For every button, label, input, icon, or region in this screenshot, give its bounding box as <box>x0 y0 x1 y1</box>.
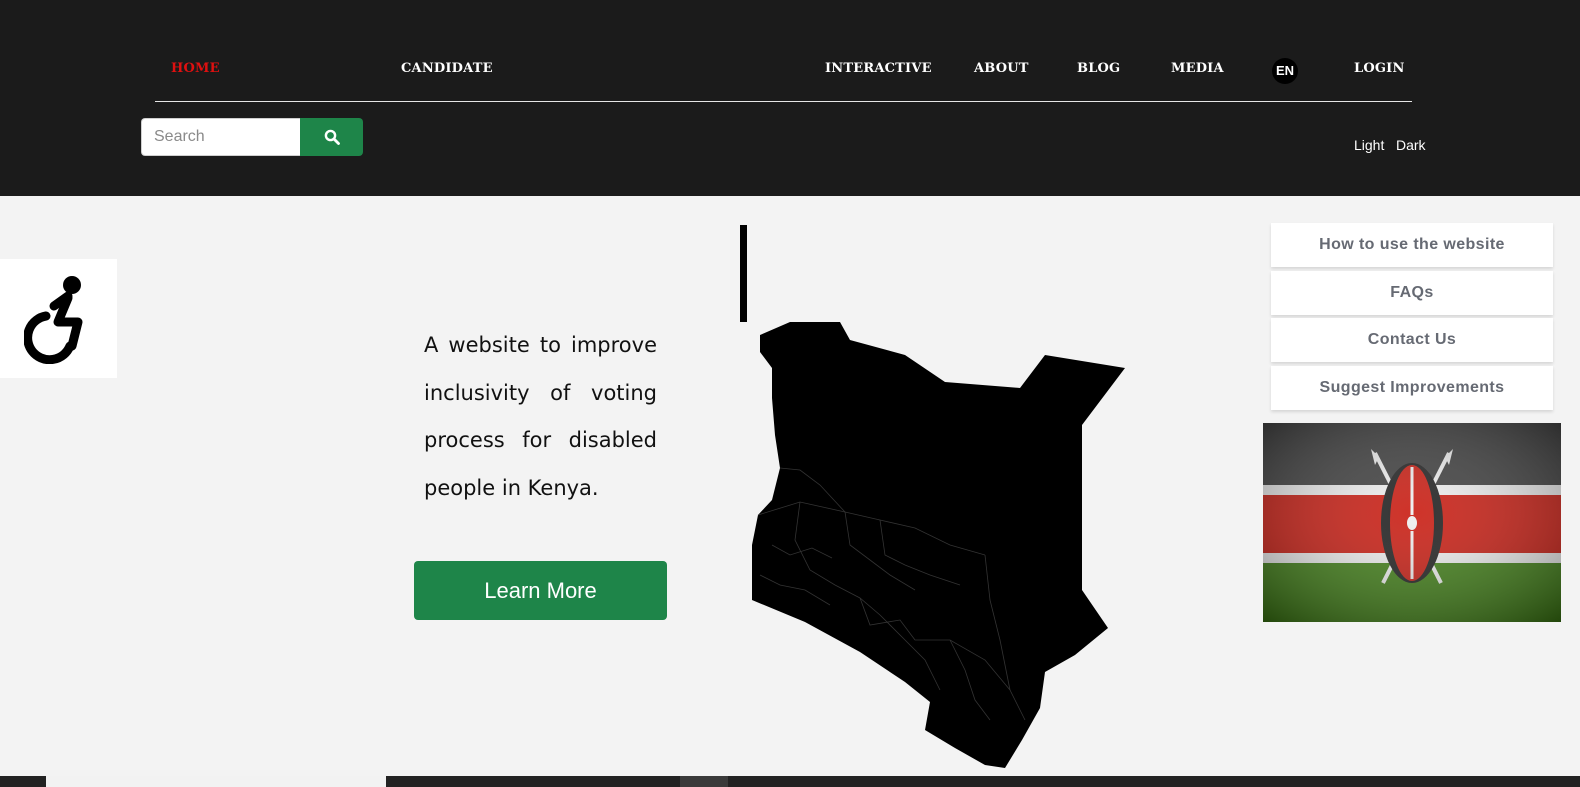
nav-login[interactable]: LOGIN <box>1354 61 1405 76</box>
top-header: HOME CANDIDATE INTERACTIVE ABOUT BLOG ME… <box>0 0 1580 196</box>
search-icon <box>324 129 340 145</box>
side-link-how-to-use[interactable]: How to use the website <box>1271 223 1553 267</box>
search-input[interactable] <box>141 118 301 156</box>
nav-interactive[interactable]: INTERACTIVE <box>825 61 932 76</box>
nav-candidate[interactable]: CANDIDATE <box>401 61 493 76</box>
nav-home[interactable]: HOME <box>171 61 220 76</box>
light-theme-toggle[interactable]: Light <box>1354 137 1384 153</box>
kenya-flag-image <box>1263 423 1561 622</box>
dark-theme-toggle[interactable]: Dark <box>1396 137 1426 153</box>
bottom-scrollbar-thumb[interactable] <box>46 776 386 787</box>
side-link-faqs[interactable]: FAQs <box>1271 271 1553 315</box>
language-selector[interactable]: EN <box>1272 58 1298 84</box>
kenya-counties-map <box>752 322 1125 768</box>
nav-divider <box>155 101 1412 102</box>
search-button[interactable] <box>300 118 363 156</box>
side-link-suggest-improvements[interactable]: Suggest Improvements <box>1271 366 1553 410</box>
learn-more-button[interactable]: Learn More <box>414 561 667 620</box>
bottom-scrollbar[interactable] <box>0 776 1580 787</box>
wheelchair-icon <box>23 275 82 364</box>
nav-media[interactable]: MEDIA <box>1171 61 1224 76</box>
bottom-scrollbar-marker <box>680 776 728 787</box>
accessibility-widget-button[interactable] <box>0 259 117 378</box>
nav-about[interactable]: ABOUT <box>974 61 1029 76</box>
side-link-contact-us[interactable]: Contact Us <box>1271 318 1553 362</box>
typing-cursor <box>740 225 747 322</box>
nav-blog[interactable]: BLOG <box>1077 61 1120 76</box>
hero-description: A website to improve inclusivity of voti… <box>424 333 657 500</box>
